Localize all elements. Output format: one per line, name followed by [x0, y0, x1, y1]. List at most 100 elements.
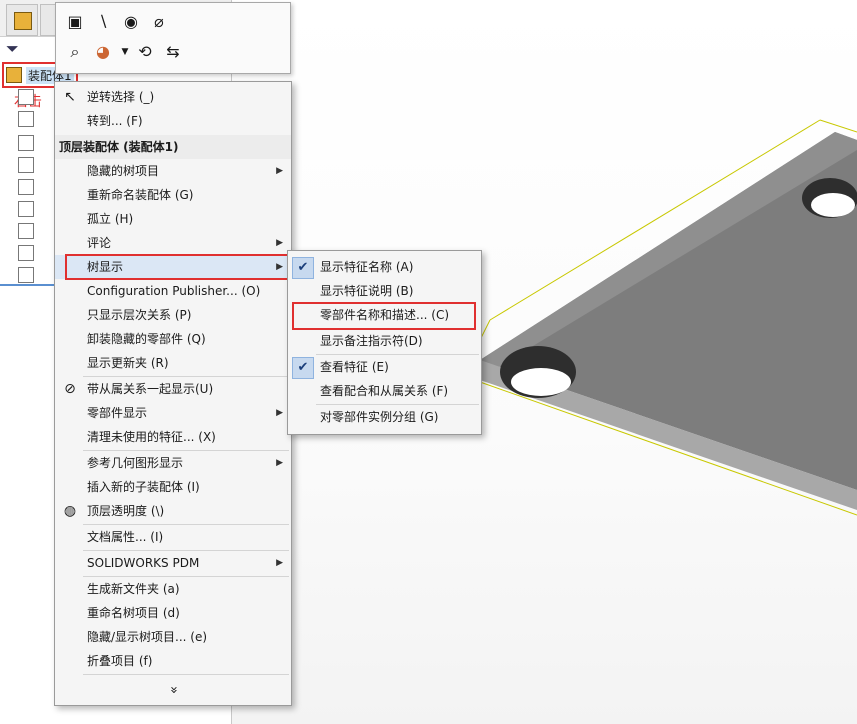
menu-item-show-update-folder[interactable]: 显示更新夹 (R) — [55, 351, 291, 375]
menu-item-label: 只显示层次关系 (P) — [87, 308, 192, 322]
menu-item-label: 重命名树项目 (d) — [87, 606, 180, 620]
submenu-item-label: 查看特征 (E) — [320, 360, 389, 374]
chevron-right-icon: ▶ — [276, 458, 283, 468]
appearance-icon[interactable]: ◉ — [120, 11, 142, 33]
menu-item-rename-tree-item[interactable]: 重命名树项目 (d) — [55, 601, 291, 625]
menu-item-label: 顶层透明度 (\) — [87, 504, 165, 518]
submenu-item-group-instances[interactable]: 对零部件实例分组 (G) — [288, 405, 481, 429]
replace-icon[interactable]: ⇆ — [162, 41, 184, 63]
menu-item-label: 参考几何图形显示 — [87, 456, 184, 470]
menu-item-document-properties[interactable]: 文档属性... (I) — [55, 525, 291, 549]
tree-item[interactable] — [4, 244, 34, 262]
submenu-item-label: 查看配合和从属关系 (F) — [320, 384, 449, 398]
chevron-right-icon: ▶ — [276, 166, 283, 176]
menu-item-show-with-dependents[interactable]: ⊘ 带从属关系一起显示(U) — [55, 377, 291, 401]
menu-item-label: 卸装隐藏的零部件 (Q) — [87, 332, 206, 346]
submenu-item-view-mates-dependencies[interactable]: 查看配合和从属关系 (F) — [288, 379, 481, 403]
submenu-item-label: 显示特征说明 (B) — [320, 284, 414, 298]
attachment-icon[interactable]: ⌀ — [148, 11, 170, 33]
sensor-icon — [18, 111, 34, 127]
cursor-arrow-icon: ↖ — [64, 89, 76, 105]
plate-part-model[interactable] — [440, 110, 857, 610]
menu-item-configuration-publisher[interactable]: Configuration Publisher... (O) — [55, 279, 291, 303]
menu-item-hide-show-tree-items[interactable]: 隐藏/显示树项目... (e) — [55, 625, 291, 649]
menu-item-label: 逆转选择 (_) — [87, 90, 155, 104]
tree-item[interactable] — [4, 200, 34, 218]
double-chevron-down-icon: » — [166, 686, 181, 694]
menu-separator — [83, 674, 289, 675]
more-items-button[interactable]: » — [55, 679, 291, 701]
menu-item-label: 零部件显示 — [87, 406, 148, 420]
hide-icon[interactable]: ∖ — [92, 11, 114, 33]
menu-item-comment[interactable]: 评论 ▶ — [55, 231, 291, 255]
tree-item[interactable] — [4, 134, 34, 152]
tree-item[interactable] — [4, 266, 34, 284]
plane-icon — [18, 157, 34, 173]
tree-item[interactable] — [4, 110, 34, 128]
submenu-item-view-features[interactable]: ✔ 查看特征 (E) — [288, 355, 481, 379]
menu-item-reference-geometry[interactable]: 参考几何图形显示 ▶ — [55, 451, 291, 475]
menu-item-collapse-items[interactable]: 折叠项目 (f) — [55, 649, 291, 673]
menu-item-rename-assembly[interactable]: 重新命名装配体 (G) — [55, 183, 291, 207]
assembly-icon — [14, 12, 32, 30]
filter-icon[interactable]: ⏷ — [6, 39, 19, 59]
open-part-icon[interactable]: ▣ — [64, 11, 86, 33]
chevron-right-icon: ▶ — [276, 558, 283, 568]
menu-item-unload-hidden[interactable]: 卸装隐藏的零部件 (Q) — [55, 327, 291, 351]
menu-item-insert-subassembly[interactable]: 插入新的子装配体 (I) — [55, 475, 291, 499]
menu-item-label: 显示更新夹 (R) — [87, 356, 169, 370]
submenu-item-show-feature-names[interactable]: ✔ 显示特征名称 (A) — [288, 255, 481, 279]
menu-item-label: 重新命名装配体 (G) — [87, 188, 194, 202]
menu-item-label: 清理未使用的特征... (X) — [87, 430, 216, 444]
menu-item-component-display[interactable]: 零部件显示 ▶ — [55, 401, 291, 425]
menu-item-top-transparency[interactable]: ◍ 顶层透明度 (\) — [55, 499, 291, 523]
menu-item-clean-unused[interactable]: 清理未使用的特征... (X) — [55, 425, 291, 449]
annotation-icon — [18, 135, 34, 151]
mates-icon — [18, 267, 34, 283]
plane-icon — [18, 201, 34, 217]
menu-item-label: 转到... (F) — [87, 114, 143, 128]
menu-item-label: 隐藏的树项目 — [87, 164, 160, 178]
menu-item-reverse-select[interactable]: ↖ 逆转选择 (_) — [55, 85, 291, 109]
tree-display-submenu: ✔ 显示特征名称 (A) 显示特征说明 (B) 零部件名称和描述... (C) 显… — [287, 250, 482, 435]
menu-item-solidworks-pdm[interactable]: SOLIDWORKS PDM ▶ — [55, 551, 291, 575]
menu-item-label: 评论 — [87, 236, 112, 250]
submenu-item-show-comment-indicators[interactable]: 显示备注指示符(D) — [288, 329, 481, 353]
menu-item-new-folder[interactable]: 生成新文件夹 (a) — [55, 577, 291, 601]
submenu-item-show-feature-descriptions[interactable]: 显示特征说明 (B) — [288, 279, 481, 303]
origin-icon — [18, 223, 34, 239]
tab-feature-manager[interactable] — [6, 4, 38, 36]
color-palette-icon[interactable]: ◕ — [92, 41, 114, 63]
context-toolbar: ▣ ∖ ◉ ⌀ ⌕ ◕ ▼ ⟲ ⇆ — [55, 2, 291, 74]
highlight-component-name-description — [292, 302, 476, 330]
menu-item-isolate[interactable]: 孤立 (H) — [55, 207, 291, 231]
highlight-tree-display — [65, 254, 291, 280]
submenu-item-label: 显示备注指示符(D) — [320, 334, 423, 348]
menu-item-hidden-tree-items[interactable]: 隐藏的树项目 ▶ — [55, 159, 291, 183]
submenu-item-label: 对零部件实例分组 (G) — [320, 410, 439, 424]
menu-item-label: 插入新的子装配体 (I) — [87, 480, 200, 494]
menu-item-label: 带从属关系一起显示(U) — [87, 382, 214, 396]
tree-item[interactable] — [4, 222, 34, 240]
menu-item-label: 生成新文件夹 (a) — [87, 582, 180, 596]
tree-item[interactable] — [4, 156, 34, 174]
menu-item-label: SOLIDWORKS PDM — [87, 556, 200, 570]
menu-item-goto[interactable]: 转到... (F) — [55, 109, 291, 133]
submenu-item-label: 显示特征名称 (A) — [320, 260, 414, 274]
tree-item[interactable] — [4, 88, 34, 106]
context-menu: ↖ 逆转选择 (_) 转到... (F) 顶层装配体 (装配体1) 隐藏的树项目… — [54, 81, 292, 706]
part-icon — [18, 245, 34, 261]
menu-item-show-hierarchy-only[interactable]: 只显示层次关系 (P) — [55, 303, 291, 327]
menu-item-label: 孤立 (H) — [87, 212, 134, 226]
transparency-icon: ◍ — [63, 503, 77, 519]
tree-item[interactable] — [4, 178, 34, 196]
rebuild-icon[interactable]: ⟲ — [134, 41, 156, 63]
chevron-right-icon: ▶ — [276, 408, 283, 418]
chevron-down-icon[interactable]: ▼ — [114, 41, 136, 63]
menu-item-label: 文档属性... (I) — [87, 530, 164, 544]
assembly-icon — [6, 67, 22, 83]
checkmark-icon: ✔ — [292, 357, 314, 379]
zoom-selection-icon[interactable]: ⌕ — [64, 41, 86, 63]
plane-icon — [18, 179, 34, 195]
hide-show-icon: ⊘ — [64, 381, 76, 397]
